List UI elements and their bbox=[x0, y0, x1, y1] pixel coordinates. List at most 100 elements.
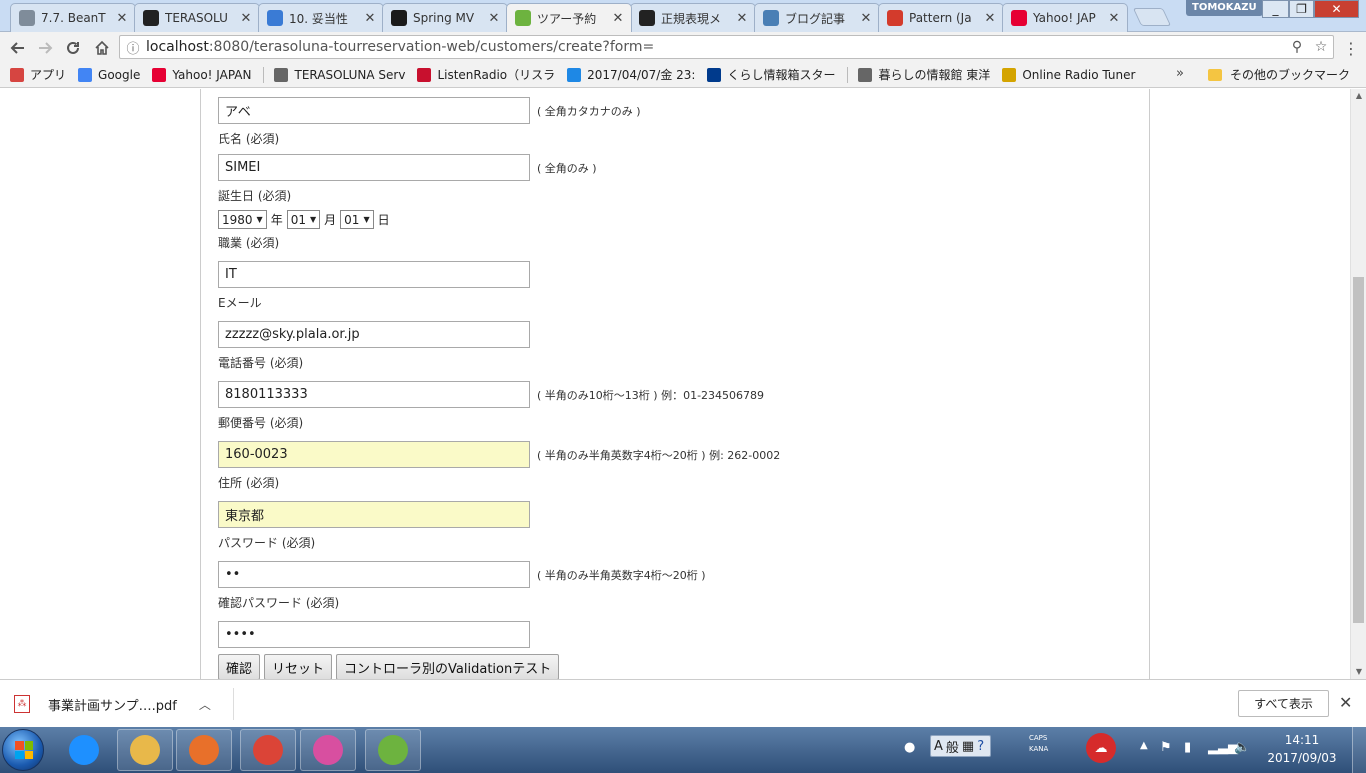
tab-close-icon[interactable]: ✕ bbox=[611, 11, 625, 26]
pin-icon[interactable]: ⚲ bbox=[1285, 39, 1309, 55]
maximize-button[interactable]: ❐ bbox=[1289, 0, 1314, 18]
bookmark-item[interactable]: Yahoo! JAPAN bbox=[152, 67, 252, 82]
tab-close-icon[interactable]: ✕ bbox=[735, 11, 749, 26]
tab-title: Yahoo! JAP bbox=[1033, 11, 1096, 25]
action-center-icon[interactable]: ⚑ bbox=[1160, 740, 1172, 755]
confirm-button[interactable]: 確認 bbox=[218, 654, 261, 679]
ime-kana: 般 bbox=[945, 740, 959, 756]
vertical-scrollbar[interactable]: ▲ ▼ bbox=[1350, 89, 1366, 679]
birth-month-select[interactable]: 01 ▼ bbox=[286, 210, 321, 229]
caps-label: CAPS bbox=[1029, 734, 1048, 742]
tab-close-icon[interactable]: ✕ bbox=[487, 11, 501, 26]
zip-input[interactable]: 160-0023 bbox=[218, 441, 530, 468]
close-window-button[interactable]: ✕ bbox=[1314, 0, 1359, 18]
browser-tab[interactable]: Spring MV ✕ bbox=[382, 3, 508, 32]
bookmark-item[interactable]: ListenRadio（リスラ bbox=[417, 66, 555, 83]
bookmark-item[interactable]: Online Radio Tuner bbox=[1002, 67, 1135, 82]
clock[interactable]: 14:11 2017/09/03 bbox=[1262, 731, 1342, 767]
browser-tab[interactable]: ツアー予約 ✕ bbox=[506, 3, 632, 32]
bookmark-label: TERASOLUNA Serv bbox=[294, 67, 406, 82]
tab-close-icon[interactable]: ✕ bbox=[983, 11, 997, 26]
browser-tab[interactable]: ブログ記事 ✕ bbox=[754, 3, 880, 32]
tab-close-icon[interactable]: ✕ bbox=[1107, 11, 1121, 26]
taskbar-app-button[interactable] bbox=[176, 729, 232, 771]
page-content: アベ ( 全角カタカナのみ ) 氏名 (必須) SIMEI ( 全角のみ ) 誕… bbox=[0, 89, 1350, 679]
tab-title: 10. 妥当性 bbox=[289, 11, 348, 26]
info-icon[interactable]: ⓘ bbox=[120, 38, 146, 57]
yahoo-icon bbox=[152, 67, 167, 82]
confirm-password-input[interactable]: •••• bbox=[218, 621, 530, 648]
taskbar-app-button[interactable] bbox=[365, 729, 421, 771]
job-input[interactable]: IT bbox=[218, 261, 530, 288]
page-icon bbox=[858, 67, 873, 82]
bookmark-item[interactable]: アプリ bbox=[10, 66, 66, 83]
ime-mode: A bbox=[934, 738, 943, 754]
tab-close-icon[interactable]: ✕ bbox=[115, 11, 129, 26]
tab-close-icon[interactable]: ✕ bbox=[363, 11, 377, 26]
taskbar-app-button[interactable] bbox=[300, 729, 356, 771]
scroll-up-icon[interactable]: ▲ bbox=[1351, 89, 1366, 103]
birth-year-select[interactable]: 1980 ▼ bbox=[218, 210, 267, 229]
volume-icon[interactable]: 🔈 bbox=[1234, 740, 1250, 755]
cloud-alert-icon[interactable]: ☁ bbox=[1086, 733, 1116, 763]
star-icon[interactable]: ☆ bbox=[1309, 39, 1333, 55]
kana-input[interactable]: アベ bbox=[218, 97, 530, 124]
taskbar-app-button[interactable] bbox=[117, 729, 173, 771]
close-shelf-icon[interactable]: ✕ bbox=[1339, 693, 1352, 712]
birthday-label: 誕生日 (必須) bbox=[218, 189, 292, 203]
yahoo-icon bbox=[1011, 10, 1027, 26]
bookmark-item[interactable]: 暮らしの情報館 東洋 bbox=[858, 66, 990, 83]
bookmark-item[interactable]: TERASOLUNA Serv bbox=[274, 67, 406, 82]
minimize-button[interactable]: _ bbox=[1262, 0, 1289, 18]
taskbar-app-button[interactable] bbox=[240, 729, 296, 771]
menu-icon[interactable]: ⋮ bbox=[1341, 37, 1361, 59]
bookmark-item[interactable]: くらし情報箱スター bbox=[707, 66, 835, 83]
power-icon[interactable]: ▮ bbox=[1184, 740, 1191, 755]
home-button[interactable] bbox=[91, 37, 113, 59]
reload-button[interactable] bbox=[62, 37, 84, 59]
bookmarks-overflow-button[interactable]: » bbox=[1176, 66, 1184, 81]
reset-button[interactable]: リセット bbox=[264, 654, 333, 679]
scrollbar-thumb[interactable] bbox=[1353, 277, 1364, 623]
validation-test-button[interactable]: コントローラ別のValidationテスト bbox=[336, 654, 560, 679]
back-button[interactable] bbox=[7, 37, 29, 59]
address-input[interactable]: 東京都 bbox=[218, 501, 530, 528]
tab-close-icon[interactable]: ✕ bbox=[859, 11, 873, 26]
new-tab-button[interactable] bbox=[1132, 8, 1172, 26]
name-input[interactable]: SIMEI bbox=[218, 154, 530, 181]
scroll-down-icon[interactable]: ▼ bbox=[1351, 665, 1366, 679]
browser-tab[interactable]: TERASOLU ✕ bbox=[134, 3, 260, 32]
show-hidden-icons[interactable]: ▲ bbox=[1140, 740, 1148, 751]
other-bookmarks[interactable]: その他のブックマーク bbox=[1208, 66, 1350, 83]
start-button[interactable] bbox=[2, 729, 44, 771]
download-item[interactable]: ⁂ 事業計画サンプ….pdf ︿ bbox=[14, 692, 211, 716]
bookmark-item[interactable]: 2017/04/07/金 23: bbox=[567, 66, 695, 83]
bookmark-label: Yahoo! JAPAN bbox=[172, 67, 252, 82]
browser-tab[interactable]: 正規表現メ ✕ bbox=[630, 3, 756, 32]
forward-button[interactable] bbox=[34, 37, 56, 59]
zip-label: 郵便番号 (必須) bbox=[218, 416, 304, 430]
taskbar-app-button[interactable] bbox=[56, 729, 112, 771]
flag-tray-icon[interactable]: ● bbox=[904, 740, 915, 755]
password-input[interactable]: •• bbox=[218, 561, 530, 588]
show-all-button[interactable]: すべて表示 bbox=[1238, 690, 1329, 717]
tab-close-icon[interactable]: ✕ bbox=[239, 11, 253, 26]
tel-hint: ( 半角のみ10桁～13桁 ) 例：01-234506789 bbox=[537, 388, 765, 402]
page-icon bbox=[274, 67, 289, 82]
dropdown-arrow-icon: ▼ bbox=[310, 215, 317, 224]
show-desktop-button[interactable] bbox=[1352, 727, 1366, 773]
bookmark-item[interactable]: Google bbox=[78, 67, 141, 82]
chevron-up-icon[interactable]: ︿ bbox=[199, 696, 211, 713]
browser-tab[interactable]: 7.7. BeanT ✕ bbox=[10, 3, 136, 32]
tel-input[interactable]: 8180113333 bbox=[218, 381, 530, 408]
browser-tab[interactable]: Yahoo! JAP ✕ bbox=[1002, 3, 1128, 32]
bookmark-label: Google bbox=[98, 67, 141, 82]
email-input[interactable]: zzzzz@sky.plala.or.jp bbox=[218, 321, 530, 348]
birth-day-select[interactable]: 01 ▼ bbox=[340, 210, 374, 229]
ime-bar[interactable]: A 般 ▦ ? bbox=[930, 735, 992, 757]
tab-title: Pattern (Ja bbox=[909, 11, 972, 25]
address-bar[interactable]: ⓘ localhost:8080/terasoluna-tourreservat… bbox=[119, 35, 1334, 59]
profile-badge[interactable]: TOMOKAZU bbox=[1186, 0, 1263, 16]
browser-tab[interactable]: Pattern (Ja ✕ bbox=[878, 3, 1004, 32]
browser-tab[interactable]: 10. 妥当性 ✕ bbox=[258, 3, 384, 32]
